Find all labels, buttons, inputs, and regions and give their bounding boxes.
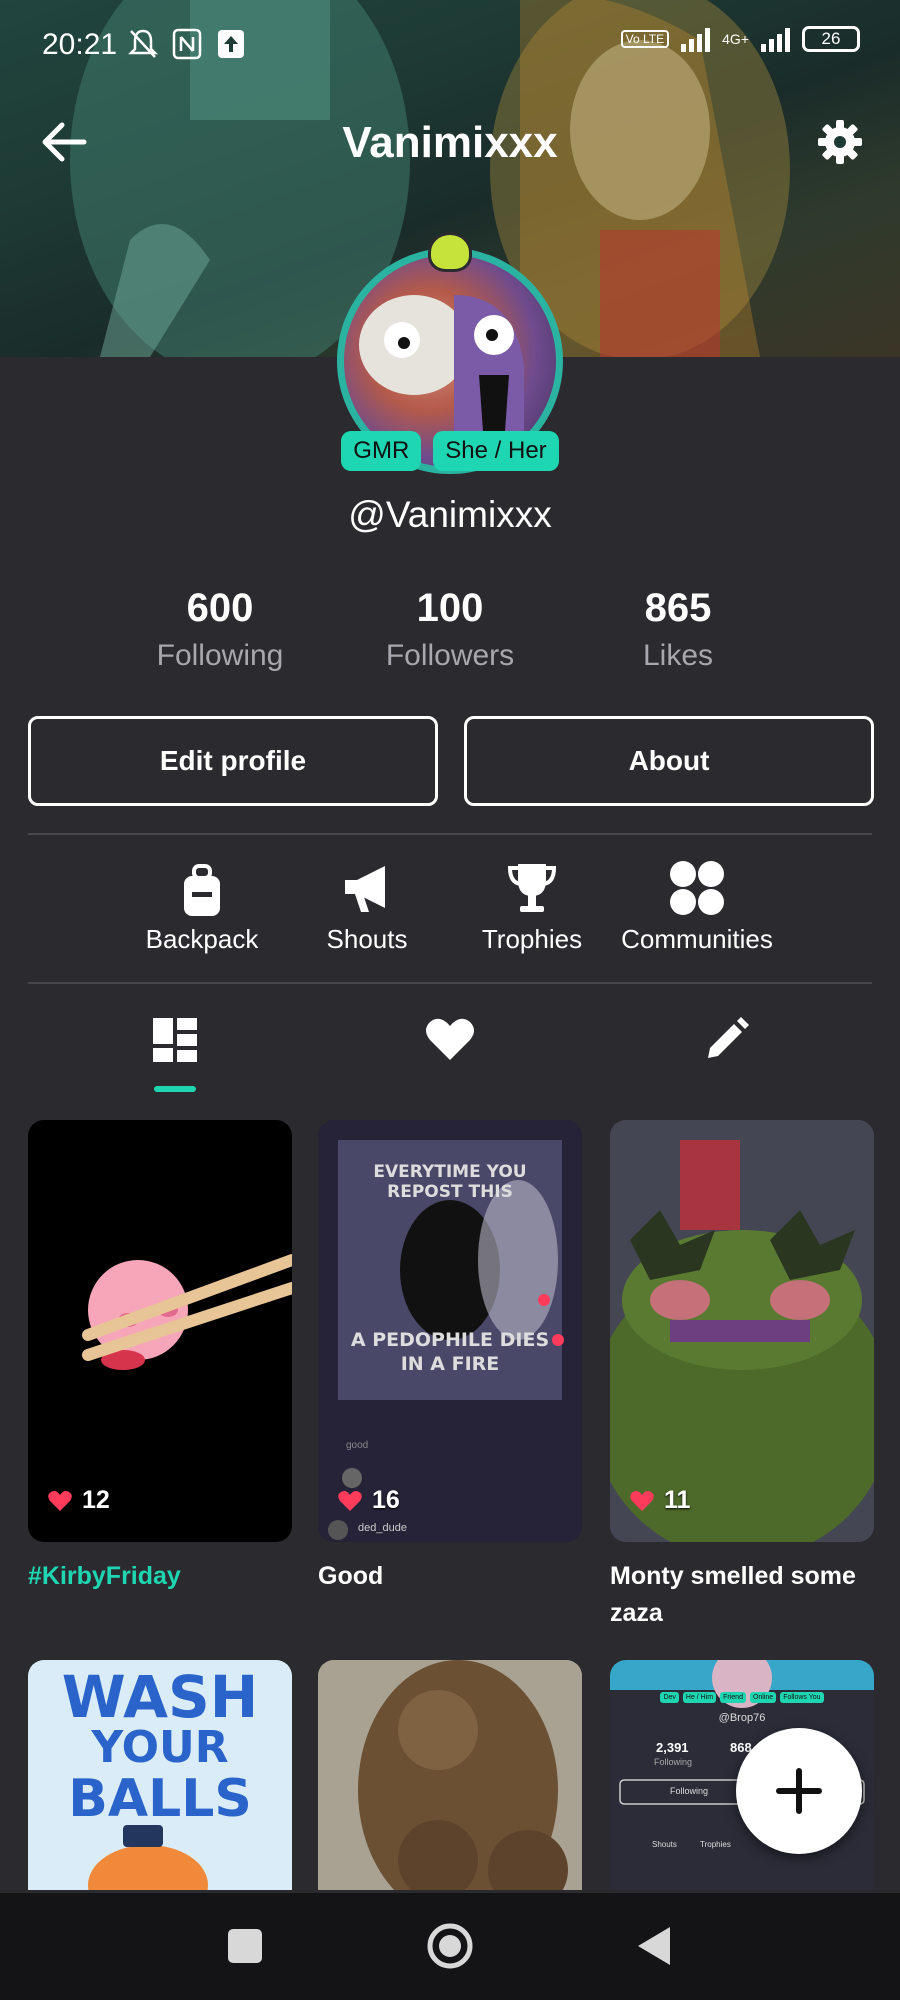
gear-icon[interactable] [816, 118, 864, 166]
trophy-icon [507, 864, 557, 912]
heart-icon [630, 1490, 654, 1511]
stat-likes[interactable]: 865 Likes [578, 586, 778, 673]
system-nav-bar [0, 1893, 900, 2000]
post-card-1[interactable]: 12 [28, 1120, 292, 1542]
post-like-count: 11 [664, 1486, 691, 1514]
tag-pronouns: She / Her [433, 431, 559, 471]
page-title: Vanimixxx [342, 118, 558, 167]
quick-links: Backpack Shouts Trophies Communities [0, 858, 900, 958]
post-like-count: 12 [82, 1486, 110, 1514]
post-caption[interactable]: #KirbyFriday [28, 1558, 292, 1595]
edit-profile-button[interactable]: Edit profile [28, 716, 438, 806]
post-likes: 12 [48, 1486, 110, 1515]
signal-icon-2 [761, 26, 790, 52]
mini-tag: Friend [720, 1692, 746, 1703]
mini-tag: Dev [660, 1692, 679, 1703]
volte-icon: Vo LTE [620, 30, 670, 48]
meme-comment: good [346, 1440, 369, 1451]
meme-username: ded_dude [358, 1522, 407, 1534]
stat-label: Likes [642, 639, 714, 672]
stat-following[interactable]: 600 Following [120, 586, 320, 673]
status-bar: 20:21 Vo LTE 4G+ 26 [0, 0, 900, 90]
about-button[interactable]: About [464, 716, 874, 806]
trophies-label: Trophies [481, 924, 583, 954]
backpack-label: Backpack [145, 924, 259, 954]
tab-drafts-pencil-icon[interactable] [696, 1010, 756, 1070]
megaphone-icon [345, 866, 385, 912]
communities-label: Communities [621, 924, 773, 954]
tab-liked-heart-icon[interactable] [420, 1010, 480, 1070]
stat-followers[interactable]: 100 Followers [350, 586, 550, 673]
post-like-count: 16 [372, 1486, 400, 1514]
network-type: 4G+ [722, 31, 749, 47]
backpack-icon [184, 864, 220, 916]
battery-icon: 26 [802, 26, 860, 52]
meme-bottom-text: A PEDOPHILE DIES IN A FIRE [350, 1329, 550, 1375]
heart-icon [338, 1490, 362, 1511]
signal-icon [681, 26, 711, 52]
create-post-button[interactable] [736, 1728, 862, 1854]
stat-value: 865 [644, 586, 712, 630]
post-caption[interactable]: Good [318, 1558, 582, 1595]
upload-icon [218, 30, 244, 58]
post-card-5[interactable] [318, 1660, 582, 1890]
mini-stat-value: 2,391 [656, 1740, 689, 1755]
top-bar: Vanimixxx [0, 100, 900, 184]
content-tabs [0, 1010, 900, 1090]
divider [28, 982, 872, 984]
post-image-wash [88, 1825, 208, 1890]
avatar-frame-frog-icon [428, 232, 472, 272]
post-image-kirby [82, 1254, 292, 1370]
mini-tag: He / Him [682, 1692, 717, 1703]
mini-handle: @Brop76 [718, 1712, 766, 1724]
tag-gmr: GMR [341, 431, 422, 471]
communities-icon [670, 861, 724, 915]
communities-link[interactable]: Communities [612, 858, 782, 955]
post-caption[interactable]: Monty smelled some zaza [610, 1558, 874, 1632]
meme-top-text: EVERYTIME YOU REPOST THIS [373, 1162, 527, 1202]
mini-tag: Online [749, 1692, 777, 1703]
heart-icon [48, 1490, 72, 1511]
shouts-link[interactable]: Shouts [282, 858, 452, 955]
status-time: 20:21 [42, 28, 118, 61]
nfc-icon [172, 28, 202, 60]
shouts-label: Shouts [326, 924, 408, 954]
post-image-monty [610, 1120, 874, 1542]
tab-posts-grid-icon[interactable] [145, 1010, 205, 1070]
home-circle-icon[interactable] [425, 1921, 475, 1971]
profile-tags: GMR She / Her [0, 431, 900, 471]
stat-value: 600 [186, 586, 254, 630]
backpack-link[interactable]: Backpack [117, 858, 287, 955]
mini-link: Trophies [700, 1840, 731, 1849]
bell-muted-icon [128, 29, 158, 58]
mini-following-button: Following [670, 1786, 709, 1796]
post-likes: 16 [338, 1486, 400, 1515]
post-card-2[interactable]: EVERYTIME YOU REPOST THIS A PEDOPHILE DI… [318, 1120, 582, 1542]
mini-link: Shouts [652, 1840, 677, 1849]
trophies-link[interactable]: Trophies [447, 858, 617, 955]
post-image-animatronic [318, 1660, 582, 1890]
stat-value: 100 [416, 586, 484, 630]
plus-icon [776, 1768, 822, 1814]
divider [28, 833, 872, 835]
mini-stat-label: Following [654, 1757, 693, 1767]
mini-tags: Dev He / Him Friend Online Follows You [610, 1692, 874, 1703]
back-triangle-icon[interactable] [630, 1921, 680, 1971]
stat-label: Followers [385, 639, 515, 672]
mini-tag: Follows You [780, 1692, 824, 1703]
recents-square-icon[interactable] [220, 1921, 270, 1971]
notification-icons [128, 28, 246, 60]
stat-label: Following [156, 639, 284, 672]
active-tab-indicator [154, 1086, 196, 1092]
post-card-4[interactable]: WASH YOUR BALLS [28, 1660, 292, 1890]
post-card-3[interactable]: 11 [610, 1120, 874, 1542]
username-handle: @Vanimixxx [348, 494, 552, 535]
status-right: Vo LTE 4G+ 26 [620, 26, 860, 52]
post-likes: 11 [630, 1486, 690, 1515]
